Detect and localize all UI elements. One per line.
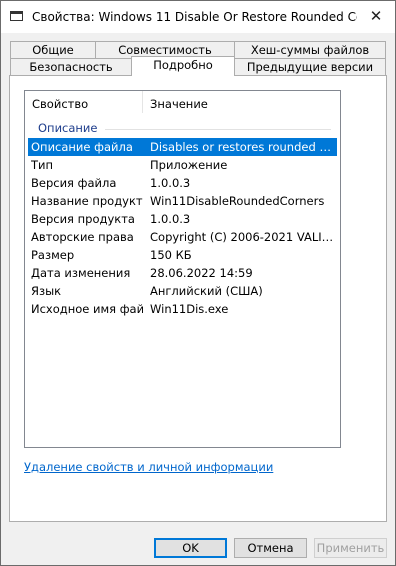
column-divider[interactable] [142, 91, 143, 113]
property-name: Название продукта [31, 194, 143, 208]
property-name: Исходное имя файла [31, 302, 143, 316]
list-header: Свойство Значение [25, 91, 340, 113]
list-row[interactable]: Размер 150 КБ [28, 246, 337, 264]
window-title: Свойства: Windows 11 Disable Or Restore … [32, 10, 357, 24]
property-name: Язык [31, 284, 62, 298]
property-name: Версия файла [31, 176, 117, 190]
property-name: Версия продукта [31, 212, 135, 226]
list-row[interactable]: Авторские права Copyright (C) 2006-2021 … [28, 228, 337, 246]
property-value: Win11DisableRoundedCorners [150, 194, 325, 208]
list-row[interactable]: Описание файла Disables or restores roun… [28, 138, 337, 156]
property-value: Английский (США) [150, 284, 263, 298]
list-row[interactable]: Дата изменения 28.06.2022 14:59 [28, 264, 337, 282]
property-name: Размер [31, 248, 75, 262]
property-value: 28.06.2022 14:59 [150, 266, 253, 280]
window-icon [10, 11, 23, 21]
property-value: Disables or restores rounded corners... [150, 140, 334, 154]
property-value: Win11Dis.exe [150, 302, 229, 316]
list-row[interactable]: Название продукта Win11DisableRoundedCor… [28, 192, 337, 210]
remove-properties-link[interactable]: Удаление свойств и личной информации [24, 460, 273, 474]
list-row[interactable]: Язык Английский (США) [28, 282, 337, 300]
list-row[interactable]: Версия продукта 1.0.0.3 [28, 210, 337, 228]
tab-previous-versions[interactable]: Предыдущие версии [234, 58, 386, 76]
group-header-description: Описание [38, 121, 98, 135]
tab-details[interactable]: Подробно [131, 56, 235, 76]
list-row[interactable]: Версия файла 1.0.0.3 [28, 174, 337, 192]
property-name: Тип [31, 158, 54, 172]
list-row[interactable]: Исходное имя файла Win11Dis.exe [28, 300, 337, 318]
property-value: 150 КБ [150, 248, 192, 262]
title-bar[interactable]: Свойства: Windows 11 Disable Or Restore … [1, 1, 395, 33]
cancel-button[interactable]: Отмена [234, 538, 307, 558]
column-header-property[interactable]: Свойство [32, 97, 88, 111]
close-button[interactable]: ✕ [367, 7, 385, 25]
tab-general[interactable]: Общие [10, 41, 96, 59]
list-row[interactable]: Тип Приложение [28, 156, 337, 174]
ok-button[interactable]: OK [154, 538, 227, 558]
property-value: 1.0.0.3 [150, 212, 191, 226]
property-name: Описание файла [31, 140, 133, 154]
details-panel: Свойство Значение Описание Описание файл… [9, 75, 387, 522]
property-value: Copyright (C) 2006-2021 VALINET S... [150, 230, 334, 244]
property-value: Приложение [150, 158, 228, 172]
details-list[interactable]: Свойство Значение Описание Описание файл… [24, 90, 341, 448]
group-divider [105, 129, 331, 130]
properties-window: Свойства: Windows 11 Disable Or Restore … [0, 0, 396, 566]
tab-hashes[interactable]: Хеш-суммы файлов [234, 41, 386, 59]
property-name: Авторские права [31, 230, 134, 244]
property-name: Дата изменения [31, 266, 131, 280]
tab-security[interactable]: Безопасность [10, 58, 132, 76]
property-value: 1.0.0.3 [150, 176, 191, 190]
column-header-value[interactable]: Значение [150, 97, 208, 111]
apply-button[interactable]: Применить [314, 538, 387, 558]
